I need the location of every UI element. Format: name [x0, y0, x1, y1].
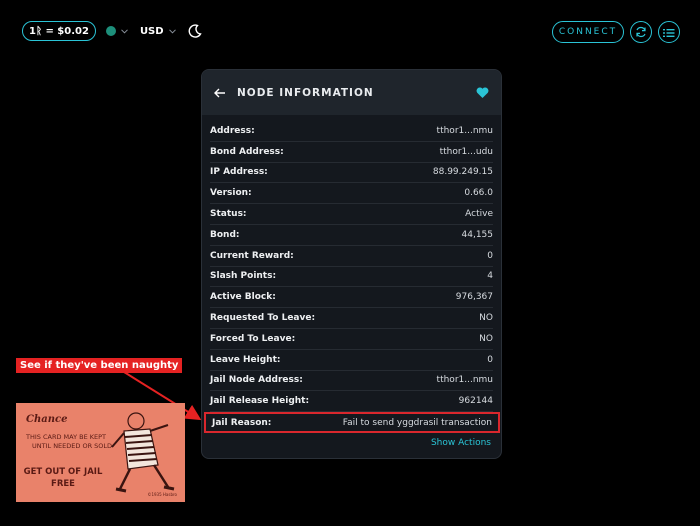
chance-line: UNTIL NEEDED OR SOLD	[32, 442, 113, 450]
chance-line: THIS CARD MAY BE KEPT	[26, 433, 107, 441]
chance-headline-line: FREE	[51, 479, 75, 489]
chance-card-image: Chance THIS CARD MAY BE KEPT UNTIL NEEDE…	[16, 403, 185, 502]
monopoly-man-illustration	[111, 412, 175, 493]
annotation-note: See if they've been naughty	[16, 358, 183, 373]
chance-headline-line: GET OUT OF JAIL	[23, 467, 103, 477]
chance-headline: GET OUT OF JAIL FREE	[22, 466, 104, 490]
chance-copyright: ©1935 Hasbro	[147, 492, 177, 497]
chance-title: Chance	[26, 414, 68, 425]
